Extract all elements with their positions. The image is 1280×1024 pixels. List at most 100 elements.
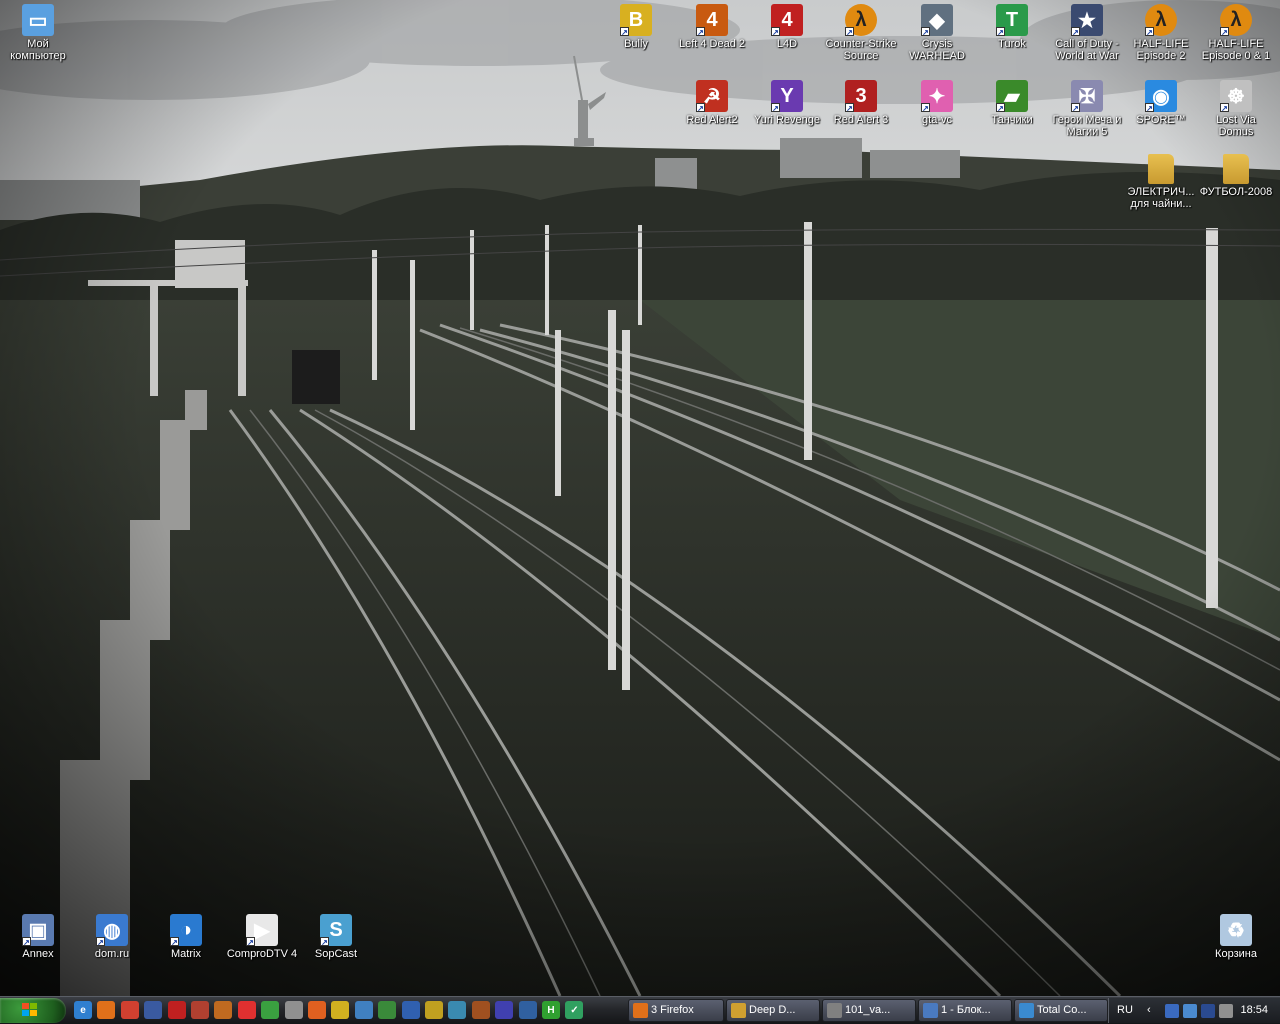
tray-app-icon[interactable] [1201, 1004, 1215, 1018]
desktop-icon-spore[interactable]: ◉SPORE™ [1123, 78, 1199, 126]
green-app-icon[interactable] [261, 1001, 280, 1019]
system-tray: RU ‹ 18:54 [1108, 998, 1280, 1023]
desktop-icon-label: Bully [624, 38, 648, 50]
desktop-icon-sopcast[interactable]: SSopCast [298, 912, 374, 960]
desktop-icon-label: Герои Меча и Магии 5 [1052, 114, 1122, 138]
tray-chevron-icon[interactable]: ‹ [1147, 1004, 1161, 1018]
film-icon[interactable] [471, 1001, 490, 1019]
desktop-icon-turok[interactable]: TTurok [974, 2, 1050, 50]
desktop-icon-label: Crysis WARHEAD [909, 38, 965, 62]
task-label: Total Co... [1037, 1004, 1087, 1016]
desktop-icon-electric[interactable]: ЭЛЕКТРИЧ... для чайни... [1123, 152, 1199, 210]
desktop-icon-my-computer[interactable]: ▭ Мой компьютер [0, 2, 76, 62]
desktop-icon-hl2ep2[interactable]: λHALF-LIFE Episode 2 [1123, 2, 1199, 62]
desktop-icon-gtavc[interactable]: ✦gta-vc [899, 78, 975, 126]
save-icon[interactable] [144, 1001, 163, 1019]
desktop-icon-label: Red Alert2 [686, 114, 738, 126]
desktop-icon-label: Turok [998, 38, 1026, 50]
task-deep-icon [731, 1003, 746, 1018]
desktop-icon-label: Yuri Revenge [753, 114, 821, 126]
desktop-icon-redalert3[interactable]: 3Red Alert 3 [823, 78, 899, 126]
media-icon[interactable] [331, 1001, 350, 1019]
check-icon[interactable]: ✓ [565, 1001, 584, 1019]
desktop-icon-label: Lost Via Domus [1216, 114, 1256, 138]
tray-monitor-icon[interactable] [1183, 1004, 1197, 1018]
desktop-icon-lostvia[interactable]: ☸Lost Via Domus [1198, 78, 1274, 138]
ie-icon[interactable]: e [74, 1001, 92, 1019]
desktop-icon-redalert2[interactable]: ☭Red Alert2 [674, 78, 750, 126]
task-totalcmd[interactable]: Total Co... [1014, 999, 1108, 1022]
desktop-icon-label: ФУТБОЛ-2008 [1199, 186, 1273, 198]
yuri-revenge-icon: Y [771, 80, 803, 113]
music-icon[interactable] [284, 1001, 303, 1019]
desktop-icon-yuri[interactable]: YYuri Revenge [749, 78, 825, 126]
desktop-icon-label: Мой компьютер [10, 38, 66, 62]
tray-network-icon[interactable] [1165, 1004, 1179, 1018]
grid-icon[interactable] [237, 1001, 256, 1019]
desktop-icon-football[interactable]: ФУТБОЛ-2008 [1198, 152, 1274, 198]
desktop-icon-heroes5[interactable]: ✠Герои Меча и Магии 5 [1049, 78, 1125, 138]
sopcast-icon: S [320, 914, 352, 947]
desktop-icon-hl2ep01[interactable]: λHALF-LIFE Episode 0 & 1 [1198, 2, 1274, 62]
computer-icon: ▭ [22, 4, 54, 36]
desktop-icon-annex[interactable]: ▣Annex [0, 912, 76, 960]
desktop-icon-crysis[interactable]: ◆Crysis WARHEAD [899, 2, 975, 62]
blue-app-icon[interactable] [495, 1001, 514, 1019]
desktop-icon-comprodtv[interactable]: ▶ComproDTV 4 [224, 912, 300, 960]
half-life-lambda-icon: λ [1145, 4, 1177, 37]
task-firefox[interactable]: 3 Firefox [628, 999, 724, 1022]
desktop-icon-label: L4D [776, 38, 798, 50]
desktop-icon-label: Танчики [991, 114, 1033, 126]
desktop-icon-recycle[interactable]: ♻ Корзина [1198, 912, 1274, 960]
desktop-icon-domru[interactable]: ◍dom.ru [74, 912, 150, 960]
tank-icon: ▰ [996, 80, 1028, 113]
crysis-icon: ◆ [921, 4, 953, 37]
tool-icon[interactable] [308, 1001, 326, 1019]
desktop-icon-label: Matrix [171, 948, 201, 960]
red-alert-icon: ☭ [696, 80, 728, 113]
clock[interactable]: 18:54 [1240, 1004, 1268, 1016]
desktop-icon-label: Counter-Strike Source [825, 38, 897, 62]
half-life-lambda-icon: λ [845, 4, 877, 37]
desktop-icon-label: Annex [22, 948, 54, 960]
desktop-icon-label: SPORE™ [1136, 114, 1186, 126]
home-icon[interactable] [214, 1001, 233, 1019]
chart-icon[interactable] [401, 1001, 420, 1019]
gta-vc-icon: ✦ [921, 80, 953, 113]
desktop-icon-tanchiki[interactable]: ▰Танчики [974, 78, 1050, 126]
matrix-icon: ◑ [170, 914, 202, 947]
excel-icon[interactable] [378, 1001, 397, 1019]
desktop-icon-left4dead2[interactable]: 4Left 4 Dead 2 [674, 2, 750, 50]
desktop-icon-label: HALF-LIFE Episode 2 [1133, 38, 1189, 62]
photo-icon[interactable] [354, 1001, 373, 1019]
start-button[interactable] [0, 998, 66, 1023]
task-101[interactable]: 101_va... [822, 999, 916, 1022]
desktop-icon-l4d[interactable]: 4L4D [749, 2, 825, 50]
folder-icon [1148, 154, 1174, 184]
bully-game-icon: B [620, 4, 652, 37]
task-label: 3 Firefox [651, 1004, 694, 1016]
desktop-icon-counter-strike[interactable]: λCounter-Strike Source [823, 2, 899, 62]
spore-icon: ◉ [1145, 80, 1177, 113]
chrome-icon[interactable] [120, 1001, 139, 1019]
desktop-icon-cod[interactable]: ★Call of Duty - World at War [1049, 2, 1125, 62]
task-deep[interactable]: Deep D... [726, 999, 820, 1022]
desktop-icon-label: Left 4 Dead 2 [678, 38, 746, 50]
language-indicator[interactable]: RU [1117, 1004, 1133, 1016]
desktop-icon-matrix[interactable]: ◑Matrix [148, 912, 224, 960]
firefox-icon[interactable] [97, 1001, 116, 1019]
tray-volume-icon[interactable] [1219, 1004, 1233, 1018]
desktop-wallpaper [0, 0, 1280, 996]
acrobat-icon[interactable] [167, 1001, 186, 1019]
task-notepad[interactable]: 1 - Блок... [918, 999, 1012, 1022]
disk-icon[interactable] [518, 1001, 537, 1019]
desktop-icon-bully[interactable]: BBully [598, 2, 674, 50]
desktop-icon-label: ЭЛЕКТРИЧ... для чайни... [1127, 186, 1195, 210]
chess-icon[interactable] [425, 1001, 443, 1019]
desktop-icon-label: gta-vc [922, 114, 952, 126]
app-icon[interactable] [191, 1001, 209, 1019]
winamp-icon[interactable] [448, 1001, 467, 1019]
h-icon[interactable]: H [542, 1001, 560, 1019]
desktop-icon-label: Корзина [1215, 948, 1257, 960]
taskbar: e H ✓ 3 Firefox Deep D... 101_va... 1 - Блок.… [0, 996, 1280, 1024]
